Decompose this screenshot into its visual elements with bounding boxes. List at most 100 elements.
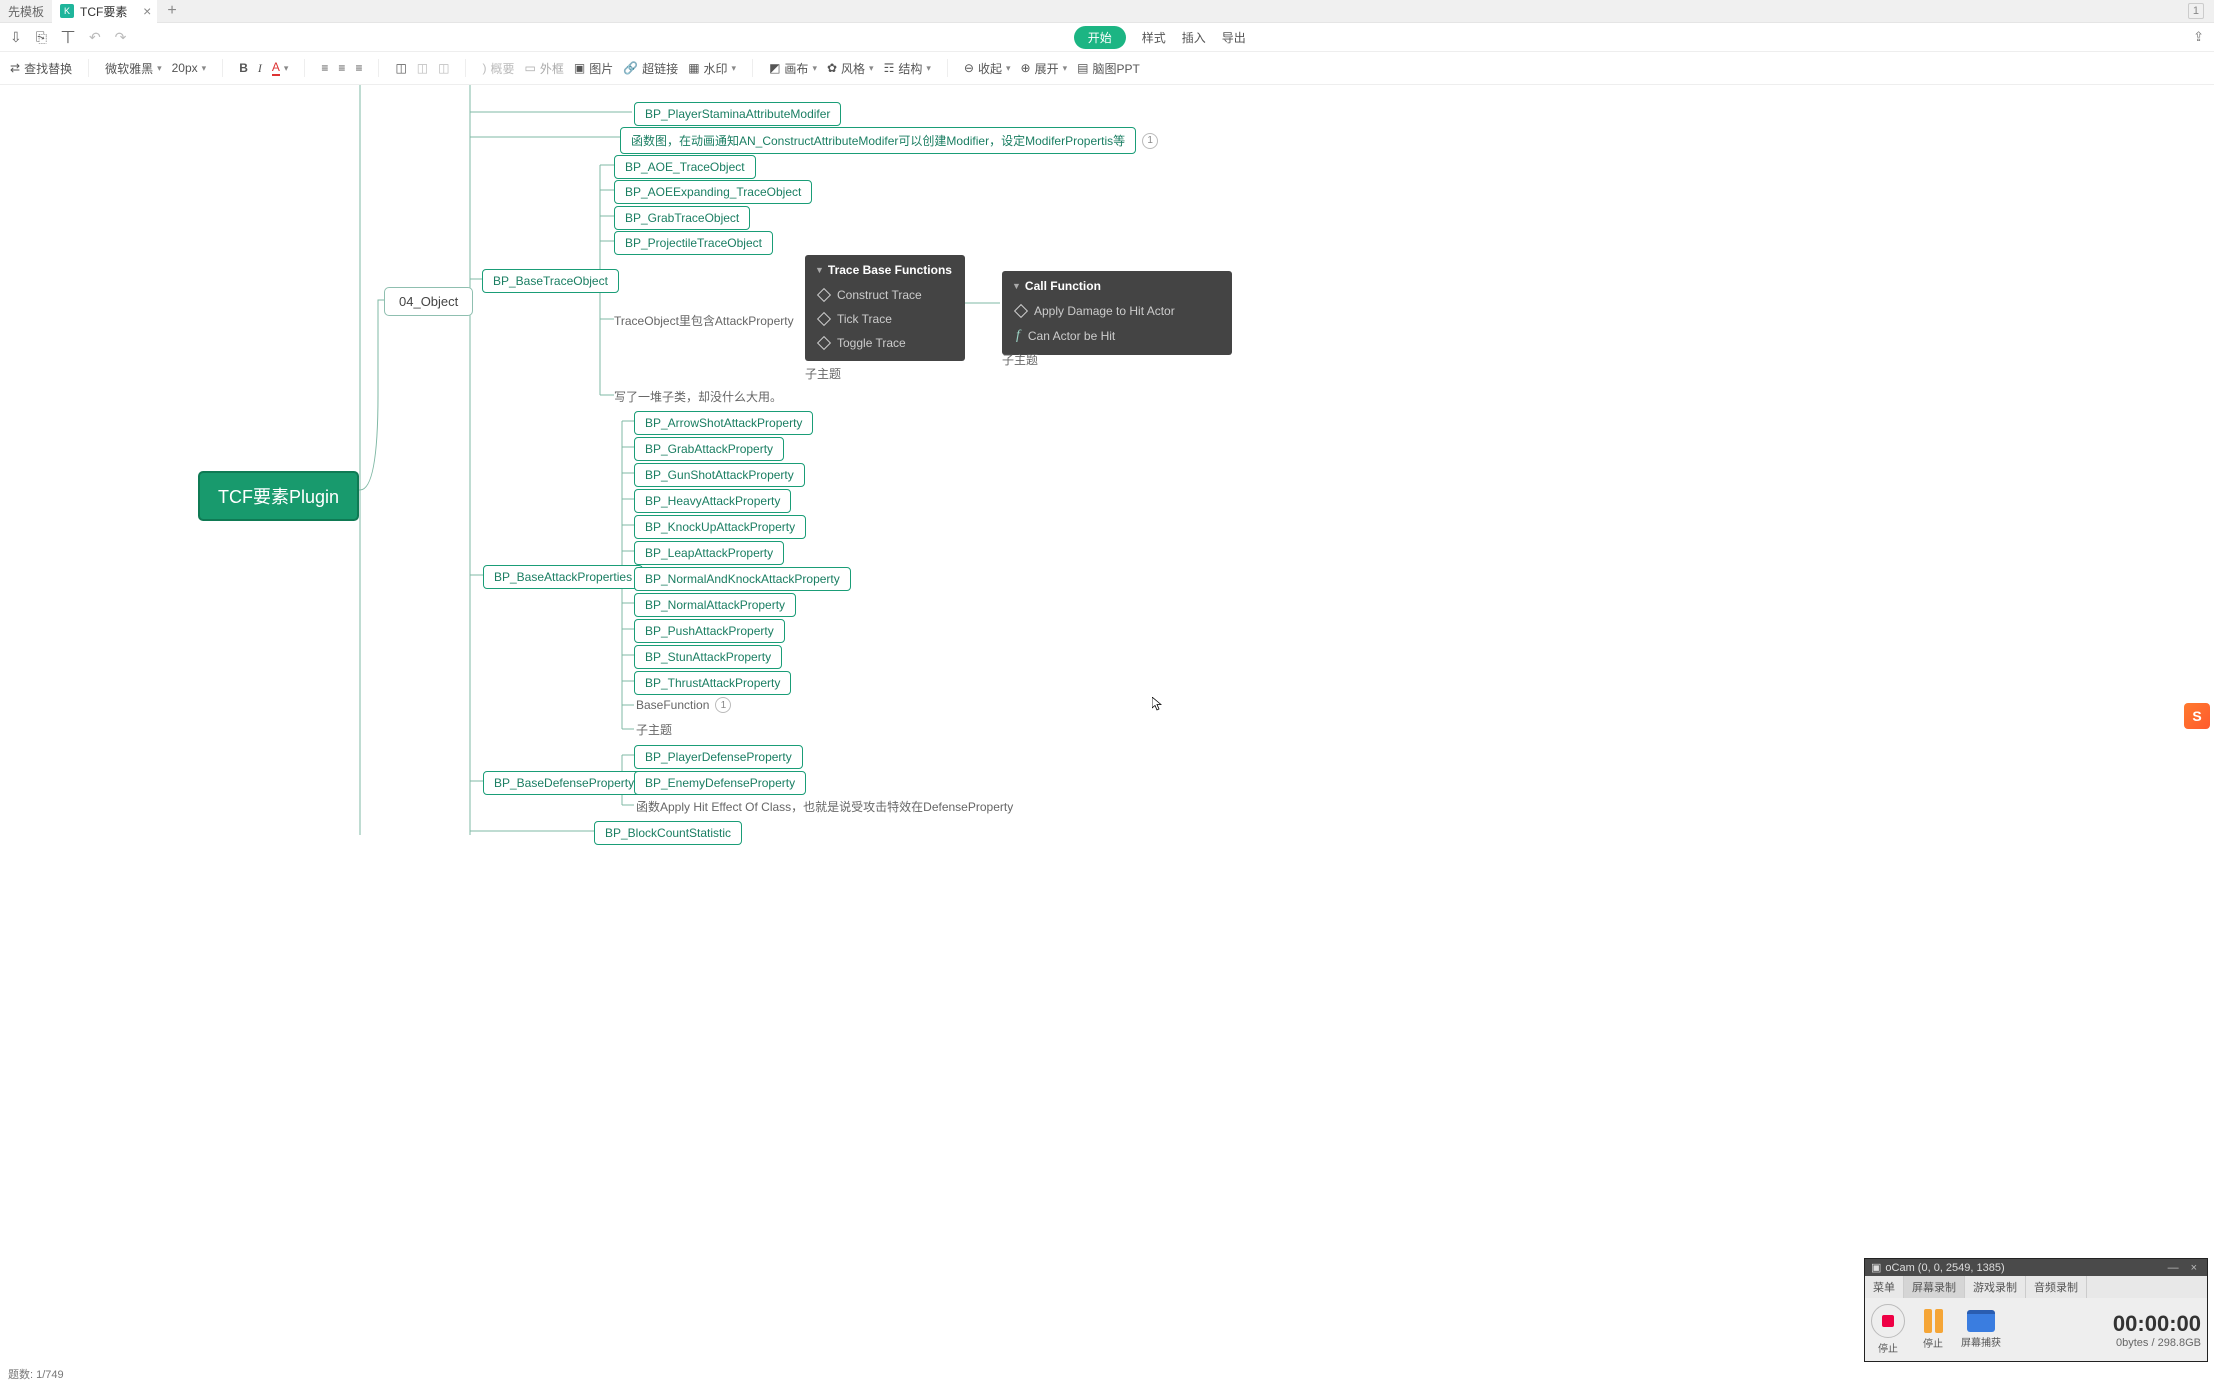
share-icon[interactable]: ⇪ bbox=[2193, 29, 2204, 44]
node-push-attack[interactable]: BP_PushAttackProperty bbox=[634, 619, 785, 643]
node-knockup-attack[interactable]: BP_KnockUpAttackProperty bbox=[634, 515, 806, 539]
find-replace-button[interactable]: ⇄查找替换 bbox=[10, 60, 72, 77]
count-badge: 1 bbox=[1142, 133, 1158, 149]
ocam-tab-menu[interactable]: 菜单 bbox=[1865, 1276, 1904, 1298]
mindmap-canvas[interactable]: TCF要素Plugin 04_Object BP_PlayerStaminaAt… bbox=[0, 85, 2214, 1364]
italic-button[interactable]: I bbox=[258, 61, 262, 76]
stop-button-1[interactable]: 停止 bbox=[1871, 1304, 1905, 1355]
frame-button[interactable]: ▭外框 bbox=[525, 60, 564, 77]
menu-insert[interactable]: 插入 bbox=[1182, 29, 1206, 46]
node-heavy-attack[interactable]: BP_HeavyAttackProperty bbox=[634, 489, 791, 513]
watermark-button[interactable]: ▦水印▾ bbox=[688, 60, 736, 77]
ocam-icon: ▣ bbox=[1871, 1261, 1881, 1274]
file-icon: K bbox=[60, 4, 74, 18]
count-badge: 1 bbox=[715, 697, 731, 713]
call-function-panel[interactable]: ▼Call Function Apply Damage to Hit Actor… bbox=[1002, 271, 1232, 355]
subtopic-2[interactable]: 子主题 bbox=[1002, 351, 1038, 368]
font-size-select[interactable]: 20px▾ bbox=[172, 61, 207, 75]
style-button[interactable]: ✿风格▾ bbox=[827, 60, 874, 77]
subtopic-attack[interactable]: 子主题 bbox=[636, 721, 672, 738]
node-base-trace[interactable]: BP_BaseTraceObject bbox=[482, 269, 619, 293]
window-mode-indicator: 1 bbox=[2188, 3, 2204, 19]
node-04-object[interactable]: 04_Object bbox=[384, 287, 473, 316]
ocam-tab-screen[interactable]: 屏幕录制 bbox=[1904, 1276, 1965, 1298]
node-gun-attack[interactable]: BP_GunShotAttackProperty bbox=[634, 463, 805, 487]
node-aoe-expanding[interactable]: BP_AOEExpanding_TraceObject bbox=[614, 180, 812, 204]
font-select[interactable]: 微软雅黑▾ bbox=[105, 60, 162, 77]
stop-icon bbox=[1871, 1304, 1905, 1338]
ocam-tab-audio[interactable]: 音频录制 bbox=[2026, 1276, 2087, 1298]
undo-icon[interactable]: ↶ bbox=[89, 29, 101, 46]
outline-button[interactable]: )概要 bbox=[482, 60, 514, 77]
expand-button[interactable]: ⊕展开▾ bbox=[1021, 60, 1068, 77]
structure-button[interactable]: ☶结构▾ bbox=[884, 60, 931, 77]
node-stun-attack[interactable]: BP_StunAttackProperty bbox=[634, 645, 782, 669]
download-icon[interactable]: ⇩ bbox=[10, 29, 22, 46]
collapse-button[interactable]: ⊖收起▾ bbox=[964, 60, 1011, 77]
fn-tick-trace[interactable]: Tick Trace bbox=[805, 307, 965, 331]
fn-toggle-trace[interactable]: Toggle Trace bbox=[805, 331, 965, 355]
minimize-icon[interactable]: — bbox=[2164, 1262, 2183, 1274]
hyperlink-button[interactable]: 🔗超链接 bbox=[623, 60, 678, 77]
trace-functions-panel[interactable]: ▼Trace Base Functions Construct Trace Ti… bbox=[805, 255, 965, 361]
fn-can-actor-hit[interactable]: fCan Actor be Hit bbox=[1002, 323, 1232, 349]
font-color-button[interactable]: A▾ bbox=[272, 60, 289, 76]
node-modifier-note[interactable]: 函数图，在动画通知AN_ConstructAttributeModifer可以创… bbox=[620, 127, 1158, 154]
node-grab-trace[interactable]: BP_GrabTraceObject bbox=[614, 206, 750, 230]
ocam-tab-game[interactable]: 游戏录制 bbox=[1965, 1276, 2026, 1298]
node-enemy-defense[interactable]: BP_EnemyDefenseProperty bbox=[634, 771, 806, 795]
align-right-button[interactable]: ≡ bbox=[355, 61, 362, 75]
new-tab-button[interactable]: + bbox=[157, 2, 186, 20]
subtopic-1[interactable]: 子主题 bbox=[805, 365, 841, 382]
ocam-window[interactable]: ▣ oCam (0, 0, 2549, 1385) — × 菜单 屏幕录制 游戏… bbox=[1864, 1258, 2208, 1362]
close-icon[interactable]: × bbox=[143, 3, 151, 19]
node-trace-note[interactable]: TraceObject里包含AttackProperty bbox=[614, 312, 794, 329]
node-normalknock-attack[interactable]: BP_NormalAndKnockAttackProperty bbox=[634, 567, 851, 591]
panel-title: ▼Trace Base Functions bbox=[805, 261, 965, 283]
canvas-button[interactable]: ◩画布▾ bbox=[769, 60, 817, 77]
node-player-stamina[interactable]: BP_PlayerStaminaAttributeModifer bbox=[634, 102, 841, 126]
menu-bar: ⇩ ⎘ 丅 ↶ ↷ 开始 样式 插入 导出 ⇪ bbox=[0, 23, 2214, 51]
image-button[interactable]: ▣图片 bbox=[574, 60, 613, 77]
function-icon bbox=[817, 288, 831, 302]
bold-button[interactable]: B bbox=[239, 61, 248, 75]
node-aoe-trace[interactable]: BP_AOE_TraceObject bbox=[614, 155, 756, 179]
tab-active[interactable]: K TCF要素 × bbox=[52, 0, 157, 23]
ime-badge[interactable]: S bbox=[2184, 703, 2210, 729]
menu-start[interactable]: 开始 bbox=[1074, 26, 1126, 49]
redo-icon[interactable]: ↷ bbox=[115, 29, 127, 46]
close-icon[interactable]: × bbox=[2187, 1262, 2201, 1274]
node-block-count[interactable]: BP_BlockCountStatistic bbox=[594, 821, 742, 845]
associate-button[interactable]: ◫ bbox=[438, 61, 449, 75]
function-f-icon: f bbox=[1016, 328, 1020, 344]
node-arrow-attack[interactable]: BP_ArrowShotAttackProperty bbox=[634, 411, 813, 435]
size-display: 0bytes / 298.8GB bbox=[2113, 1337, 2201, 1349]
node-leap-attack[interactable]: BP_LeapAttackProperty bbox=[634, 541, 784, 565]
node-grab-attack[interactable]: BP_GrabAttackProperty bbox=[634, 437, 784, 461]
format-painter-icon[interactable]: 丅 bbox=[61, 27, 75, 47]
root-node[interactable]: TCF要素Plugin bbox=[198, 471, 359, 521]
capture-button[interactable]: 屏幕捕获 bbox=[1961, 1310, 2001, 1349]
sibling-topic-button[interactable]: ◫ bbox=[417, 61, 428, 75]
node-basefunction[interactable]: BaseFunction 1 bbox=[636, 697, 731, 713]
node-normal-attack[interactable]: BP_NormalAttackProperty bbox=[634, 593, 796, 617]
menu-style[interactable]: 样式 bbox=[1142, 29, 1166, 46]
node-defense-note[interactable]: 函数Apply Hit Effect Of Class，也就是说受攻击特效在De… bbox=[636, 798, 1013, 815]
tab-templates[interactable]: 先模板 bbox=[0, 0, 52, 23]
node-player-defense[interactable]: BP_PlayerDefenseProperty bbox=[634, 745, 803, 769]
node-projectile-trace[interactable]: BP_ProjectileTraceObject bbox=[614, 231, 773, 255]
fn-construct-trace[interactable]: Construct Trace bbox=[805, 283, 965, 307]
node-base-attack[interactable]: BP_BaseAttackProperties bbox=[483, 565, 643, 589]
fn-apply-damage[interactable]: Apply Damage to Hit Actor bbox=[1002, 299, 1232, 323]
node-writeup-note[interactable]: 写了一堆子类，却没什么大用。 bbox=[614, 388, 782, 405]
export-icon[interactable]: ⎘ bbox=[36, 29, 47, 46]
node-thrust-attack[interactable]: BP_ThrustAttackProperty bbox=[634, 671, 791, 695]
node-base-defense[interactable]: BP_BaseDefenseProperty bbox=[483, 771, 645, 795]
ocam-titlebar[interactable]: ▣ oCam (0, 0, 2549, 1385) — × bbox=[1865, 1259, 2207, 1276]
align-center-button[interactable]: ≡ bbox=[338, 61, 345, 75]
subtopic-button[interactable]: ◫ bbox=[395, 61, 406, 75]
pause-button[interactable]: 停止 bbox=[1923, 1309, 1943, 1350]
menu-export[interactable]: 导出 bbox=[1222, 29, 1246, 46]
brain-ppt-button[interactable]: ▤脑图PPT bbox=[1077, 60, 1140, 77]
align-left-button[interactable]: ≡ bbox=[321, 61, 328, 75]
